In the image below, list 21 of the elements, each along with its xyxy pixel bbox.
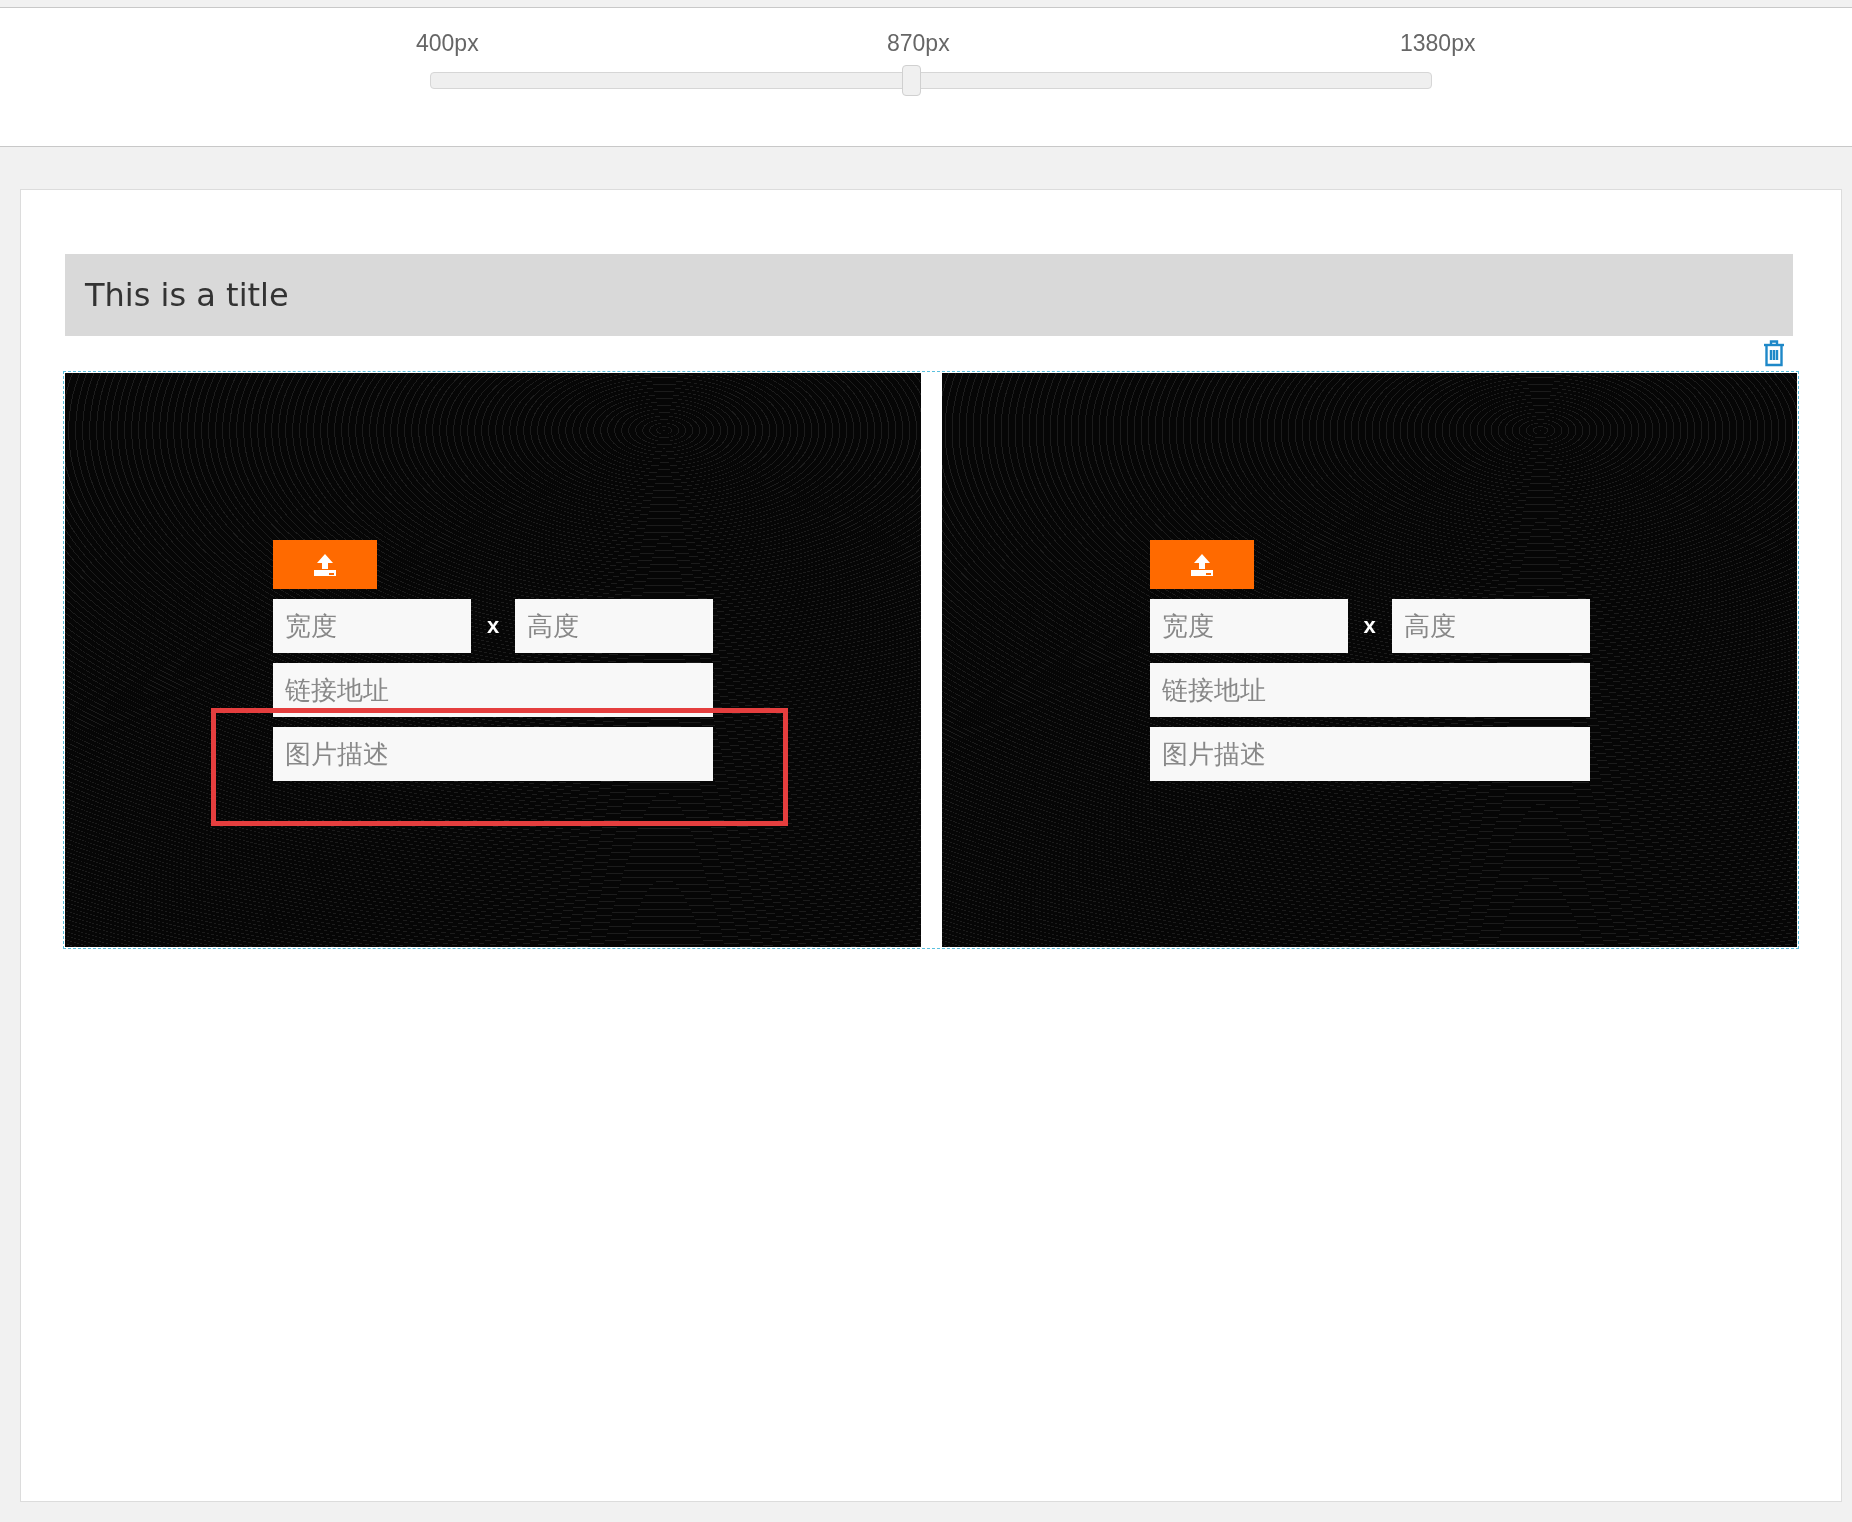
slider-track[interactable] — [430, 65, 1432, 96]
description-field[interactable]: 图片描述 — [273, 727, 713, 781]
upload-button[interactable] — [273, 540, 377, 589]
scale-label: 1380px — [1400, 30, 1476, 56]
trash-icon[interactable] — [1763, 340, 1785, 367]
height-field[interactable]: 高度 — [515, 599, 713, 653]
slider-handle[interactable] — [901, 65, 921, 96]
width-field[interactable]: 宽度 — [273, 599, 471, 653]
section-title: This is a title — [65, 254, 1793, 336]
upload-icon — [312, 552, 338, 577]
height-field[interactable]: 高度 — [1391, 599, 1590, 653]
scale-label: 400px — [416, 30, 479, 56]
times-sign: x — [485, 613, 501, 639]
link-field[interactable]: 链接地址 — [1149, 663, 1590, 717]
width-field[interactable]: 宽度 — [1149, 599, 1348, 653]
scale-label: 870px — [887, 30, 950, 56]
times-sign: x — [1362, 613, 1377, 639]
description-field[interactable]: 图片描述 — [1149, 727, 1590, 781]
upload-icon — [1188, 552, 1215, 577]
upload-button[interactable] — [1149, 540, 1254, 589]
link-field[interactable]: 链接地址 — [273, 663, 713, 717]
